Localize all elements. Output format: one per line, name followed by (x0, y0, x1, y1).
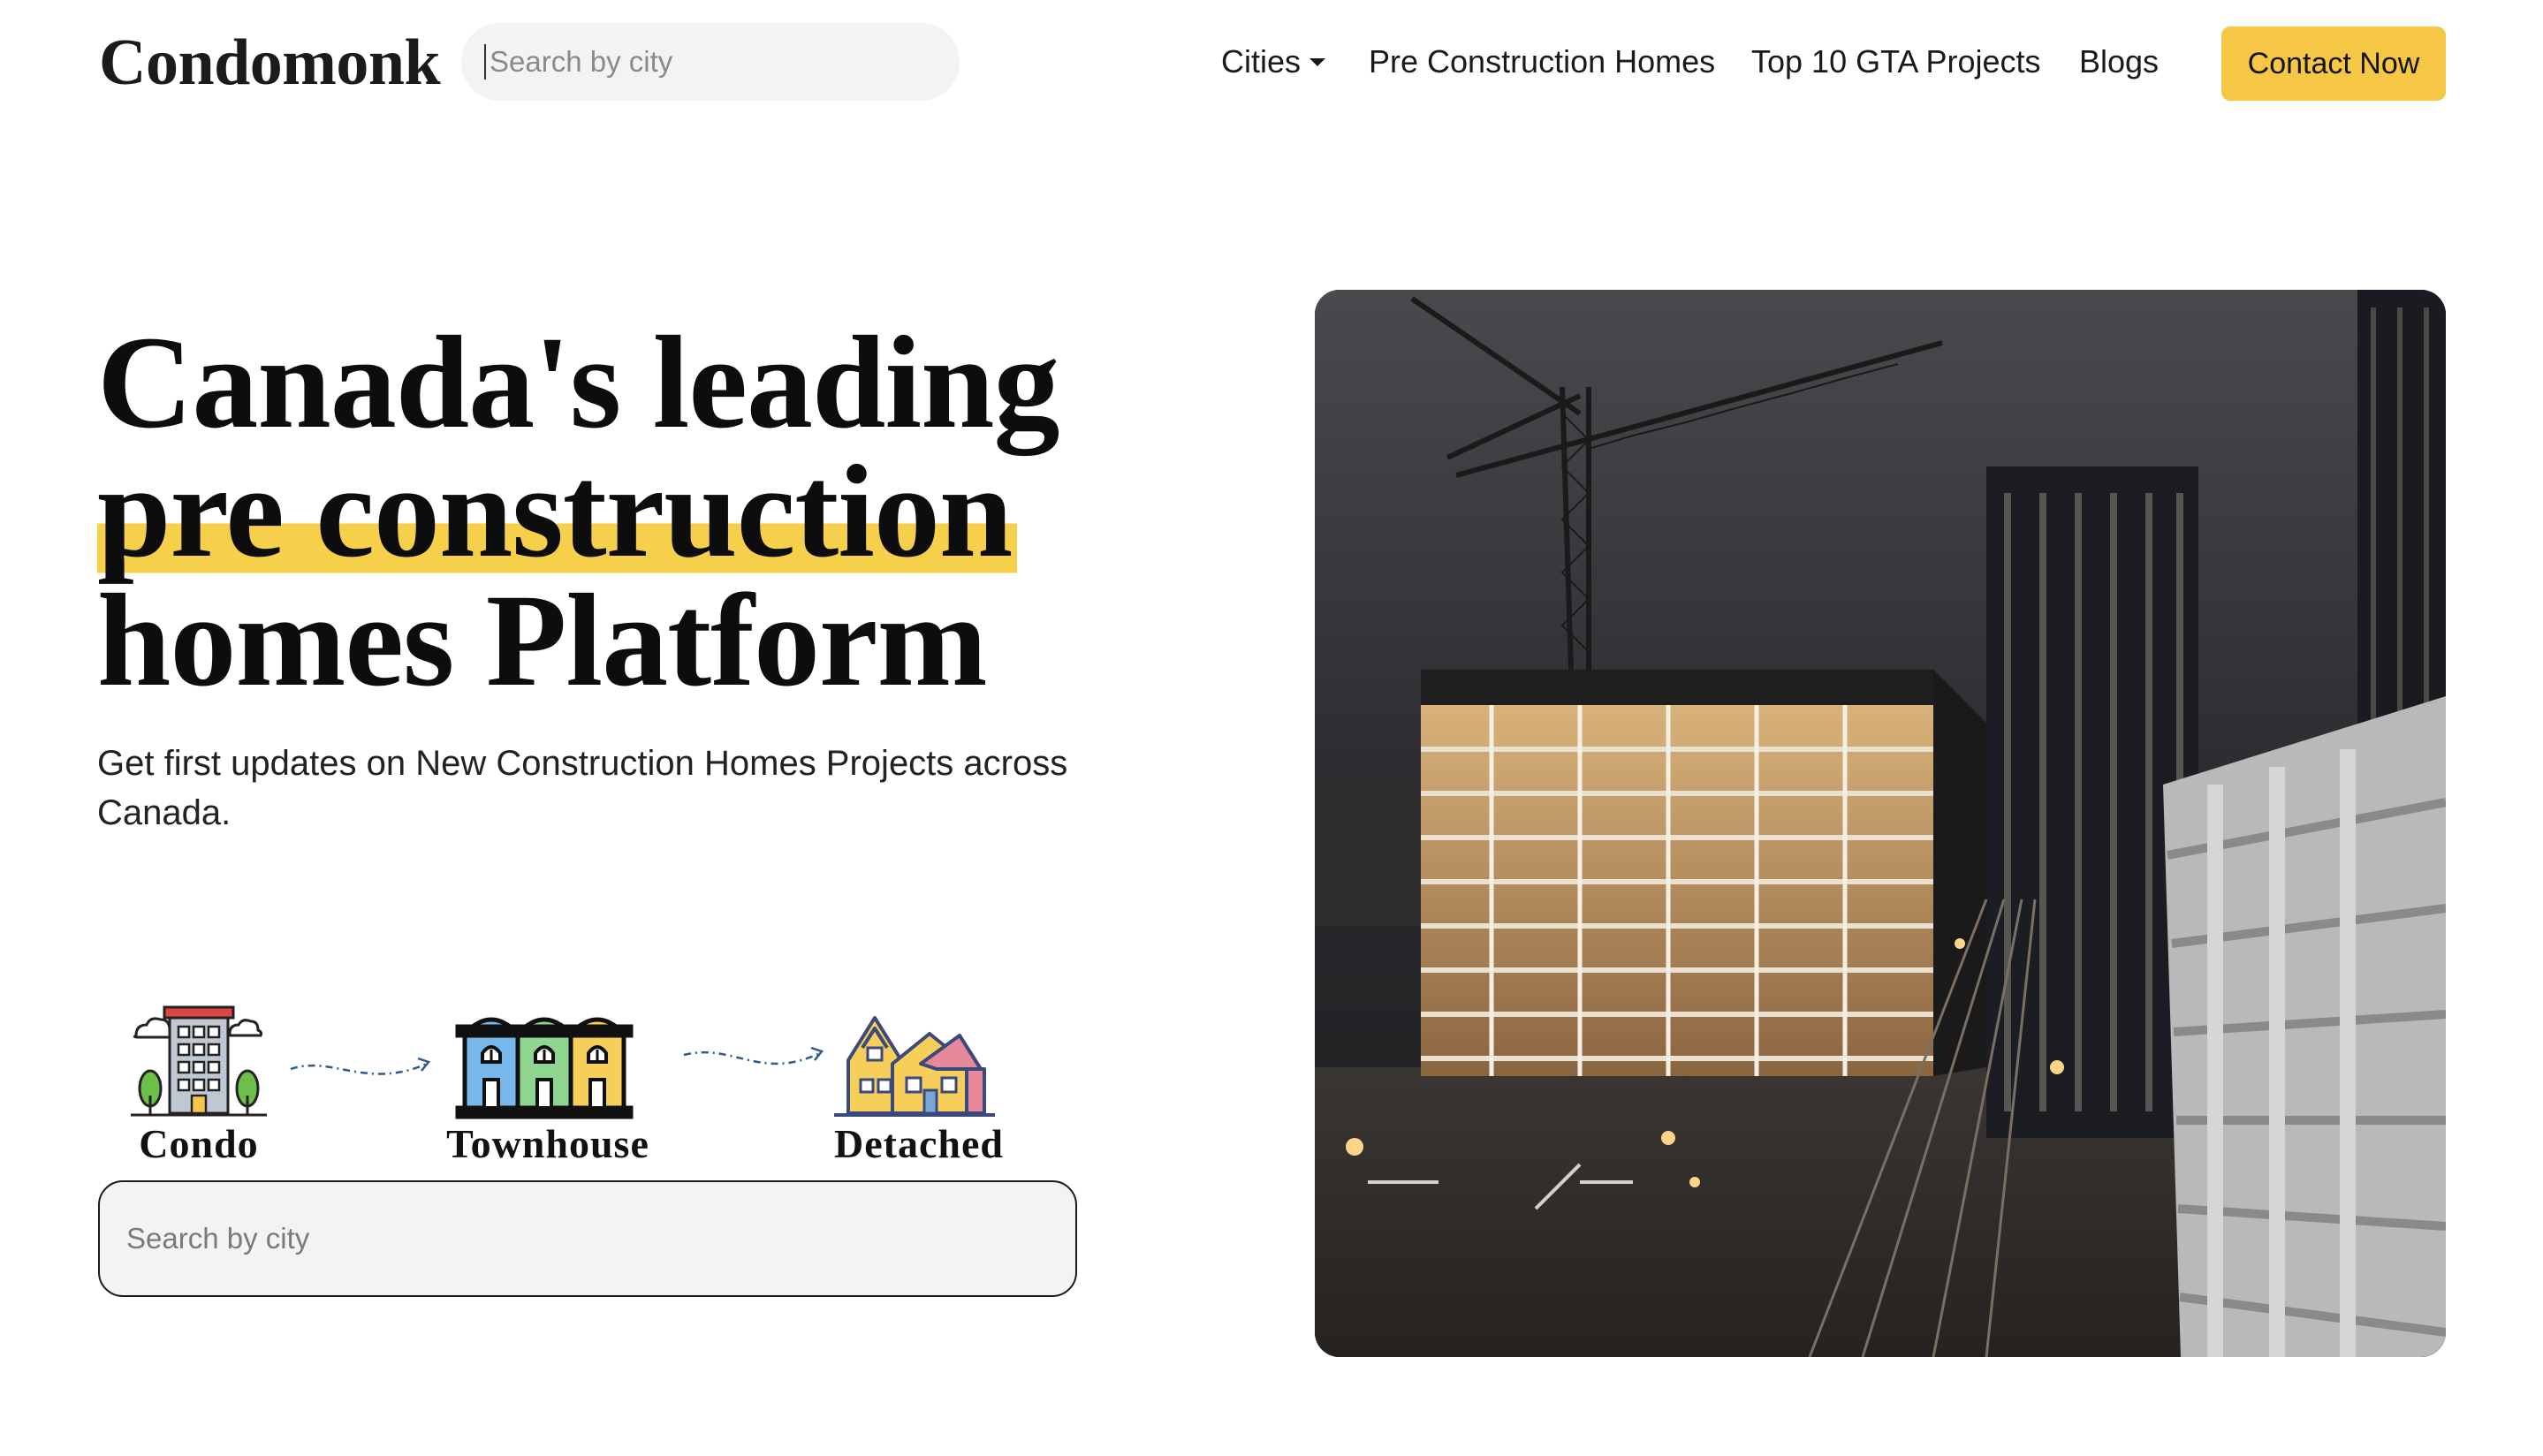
dotted-arrow-icon (683, 1046, 824, 1065)
condo-label: Condo (139, 1121, 259, 1166)
dotted-arrow-icon (290, 1057, 431, 1075)
site-logo[interactable]: Condomonk (99, 23, 441, 102)
property-type-detached[interactable]: Detached (822, 998, 1016, 1175)
header-search-input[interactable] (484, 44, 937, 80)
detached-house-icon (834, 1016, 995, 1117)
main-search-input[interactable] (125, 1221, 1051, 1256)
hero-title-highlight: pre construction (97, 438, 1018, 585)
hero-title: Canada's leading pre construction homes … (97, 309, 1193, 714)
contact-now-button[interactable]: Contact Now (2221, 27, 2446, 101)
condo-building-icon (131, 1005, 267, 1117)
hero-title-line-1: Canada's leading (97, 309, 1060, 456)
nav-pre-construction-homes[interactable]: Pre Construction Homes (1369, 35, 1715, 88)
main-search-box[interactable] (98, 1180, 1077, 1297)
nav-blogs[interactable]: Blogs (2079, 35, 2159, 88)
property-type-townhouse[interactable]: Townhouse (433, 998, 680, 1175)
hero-title-line-3: homes Platform (97, 567, 988, 714)
nav-cities-label: Cities (1221, 43, 1302, 80)
nav-cities-dropdown[interactable]: Cities (1221, 35, 1326, 88)
construction-photo-illustration (1315, 290, 2446, 1357)
hero-photo-construction-night (1315, 290, 2446, 1357)
detached-label: Detached (834, 1121, 1004, 1166)
townhouse-icon (455, 1017, 634, 1119)
property-type-condo[interactable]: Condo (124, 998, 274, 1175)
caret-down-icon (1309, 57, 1326, 66)
header-search-box[interactable] (461, 23, 960, 101)
nav-top-10-gta-projects[interactable]: Top 10 GTA Projects (1751, 35, 2040, 88)
townhouse-label: Townhouse (446, 1121, 649, 1166)
hero-subtitle: Get first updates on New Construction Ho… (97, 744, 1068, 832)
site-header: Condomonk Cities Pre Construction Homes … (0, 0, 2543, 128)
